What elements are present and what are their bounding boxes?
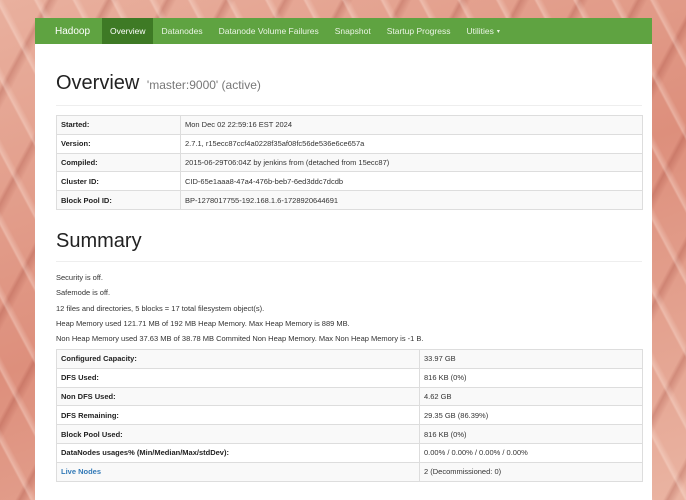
nav-utilities-label: Utilities — [466, 26, 494, 36]
row-value: 2015-06-29T06:04Z by jenkins from (detac… — [180, 152, 643, 173]
chevron-down-icon: ▾ — [496, 28, 500, 35]
row-key: Block Pool ID: — [56, 190, 181, 210]
live-nodes-link[interactable]: Live Nodes — [61, 467, 101, 476]
table-row: DFS Used: 816 KB (0%) — [56, 367, 643, 388]
top-navbar: Hadoop Overview Datanodes Datanode Volum… — [35, 18, 652, 44]
row-value: 29.35 GB (86.39%) — [419, 405, 643, 426]
row-value: CID-65e1aaa8-47a4-476b-beb7-6ed3ddc7dcdb — [180, 171, 643, 192]
nav-datanodes[interactable]: Datanodes — [153, 18, 210, 44]
row-key: Started: — [56, 115, 181, 135]
table-row: DFS Remaining: 29.35 GB (86.39%) — [56, 405, 643, 426]
row-key: Configured Capacity: — [56, 349, 420, 369]
row-value: BP-1278017755-192.168.1.6-1728920644691 — [180, 190, 643, 210]
row-key: Block Pool Used: — [56, 424, 420, 444]
nav-datanode-volume-failures[interactable]: Datanode Volume Failures — [211, 18, 327, 44]
row-value: 2.7.1, r15ecc87ccf4a0228f35af08fc56de536… — [180, 133, 643, 154]
row-value: 4.62 GB — [419, 386, 643, 407]
table-row: Compiled: 2015-06-29T06:04Z by jenkins f… — [56, 152, 643, 173]
row-key: DataNodes usages% (Min/Median/Max/stdDev… — [56, 442, 420, 463]
table-row: Version: 2.7.1, r15ecc87ccf4a0228f35af08… — [56, 133, 643, 154]
overview-heading: Overview 'master:9000' (active) — [56, 72, 261, 95]
table-row: Block Pool ID: BP-1278017755-192.168.1.6… — [56, 190, 643, 210]
filesystem-objects-info: 12 files and directories, 5 blocks = 17 … — [56, 304, 265, 313]
nav-snapshot[interactable]: Snapshot — [327, 18, 379, 44]
non-heap-memory-info: Non Heap Memory used 37.63 MB of 38.78 M… — [56, 334, 424, 343]
heap-memory-info: Heap Memory used 121.71 MB of 192 MB Hea… — [56, 319, 350, 328]
security-status: Security is off. — [56, 273, 103, 282]
row-value: 816 KB (0%) — [419, 424, 643, 444]
summary-table: Configured Capacity: 33.97 GB DFS Used: … — [56, 349, 643, 482]
overview-subtitle: 'master:9000' (active) — [146, 78, 261, 92]
brand-logo[interactable]: Hadoop — [35, 18, 102, 44]
row-key: Cluster ID: — [56, 171, 181, 192]
nav-utilities-dropdown[interactable]: Utilities ▾ — [458, 18, 507, 44]
overview-table: Started: Mon Dec 02 22:59:16 EST 2024 Ve… — [56, 115, 643, 210]
table-row: Non DFS Used: 4.62 GB — [56, 386, 643, 407]
safemode-status: Safemode is off. — [56, 288, 111, 297]
main-content-panel: Overview 'master:9000' (active) Started:… — [35, 44, 652, 500]
live-nodes-cell: Live Nodes — [56, 461, 420, 482]
row-value: Mon Dec 02 22:59:16 EST 2024 — [180, 115, 643, 135]
table-row: Block Pool Used: 816 KB (0%) — [56, 424, 643, 444]
row-value: 0.00% / 0.00% / 0.00% / 0.00% — [419, 442, 643, 463]
nav-overview[interactable]: Overview — [102, 18, 154, 44]
table-row: Configured Capacity: 33.97 GB — [56, 349, 643, 369]
overview-title: Overview — [56, 72, 140, 94]
row-key: Version: — [56, 133, 181, 154]
row-key: DFS Used: — [56, 367, 420, 388]
summary-title: Summary — [56, 230, 142, 252]
row-value: 816 KB (0%) — [419, 367, 643, 388]
summary-divider — [56, 261, 642, 262]
table-row: Started: Mon Dec 02 22:59:16 EST 2024 — [56, 115, 643, 135]
row-value: 33.97 GB — [419, 349, 643, 369]
overview-divider — [56, 105, 642, 106]
row-key: Compiled: — [56, 152, 181, 173]
table-row: Cluster ID: CID-65e1aaa8-47a4-476b-beb7-… — [56, 171, 643, 192]
table-row: DataNodes usages% (Min/Median/Max/stdDev… — [56, 442, 643, 463]
row-value: 2 (Decommissioned: 0) — [419, 461, 643, 482]
nav-startup-progress[interactable]: Startup Progress — [379, 18, 459, 44]
row-key: DFS Remaining: — [56, 405, 420, 426]
table-row: Live Nodes 2 (Decommissioned: 0) — [56, 461, 643, 482]
row-key: Non DFS Used: — [56, 386, 420, 407]
